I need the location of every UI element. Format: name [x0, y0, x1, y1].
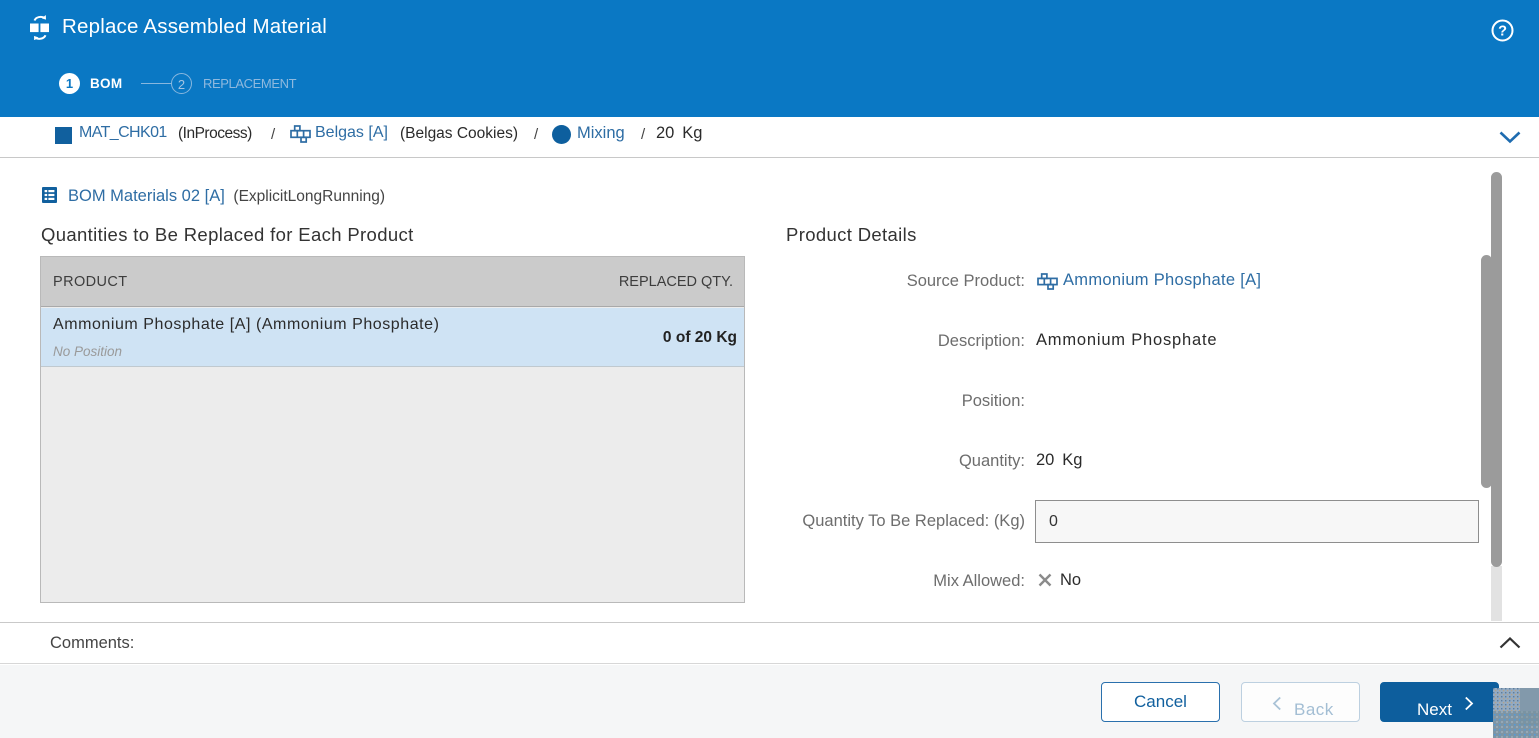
svg-text:?: ? [1498, 23, 1507, 39]
